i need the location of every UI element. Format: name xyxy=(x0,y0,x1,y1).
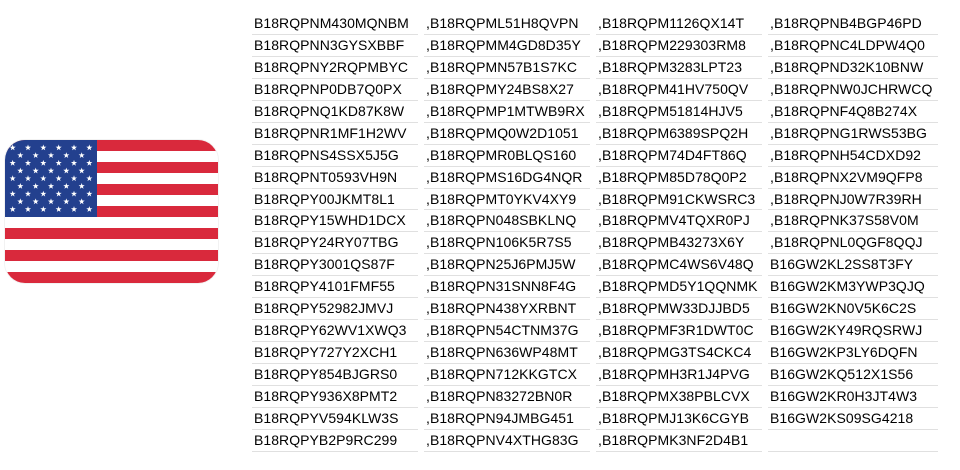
id-cell: ,B18RQPNB4BGP46PD xyxy=(768,13,952,35)
id-cell: B16GW2KY49RQSRWJ xyxy=(768,320,952,343)
id-cell: B18RQPY24RY07TBG xyxy=(252,232,424,255)
flag-canton xyxy=(5,140,97,217)
id-cell: ,B18RQPMV4TQXR0PJ xyxy=(596,210,768,233)
id-cell: ,B18RQPMR0BLQS160 xyxy=(424,145,596,167)
id-cell: B18RQPY3001QS87F xyxy=(252,254,424,277)
id-cell: B16GW2KQ512X1S56 xyxy=(768,364,952,386)
id-cell: ,B18RQPN438YXRBNT xyxy=(424,298,596,321)
id-cell: ,B18RQPMS16DG4NQR xyxy=(424,167,596,189)
id-cell: B18RQPYB2P9RC299 xyxy=(252,430,424,452)
id-cell: B18RQPNM430MQNBM xyxy=(252,13,424,35)
id-cell: ,B18RQPNL0QGF8QQJ xyxy=(768,232,952,255)
id-cell: ,B18RQPN25J6PMJ5W xyxy=(424,254,596,277)
id-cell: ,B18RQPN31SNN8F4G xyxy=(424,276,596,299)
flag-stripe xyxy=(5,250,218,262)
id-list-grid: B18RQPNM430MQNBM ,B18RQPML51H8QVPN ,B18RQP… xyxy=(252,13,952,452)
id-cell: ,B18RQPM85D78Q0P2 xyxy=(596,167,768,189)
id-cell: ,B18RQPN54CTNM37G xyxy=(424,320,596,343)
id-cell: ,B18RQPM41HV750QV xyxy=(596,79,768,101)
us-flag-icon xyxy=(5,140,218,283)
id-cell: B16GW2KN0V5K6C2S xyxy=(768,298,952,321)
id-cell: B18RQPYV594KLW3S xyxy=(252,408,424,430)
id-cell: ,B18RQPMN57B1S7KC xyxy=(424,57,596,79)
id-cell: B18RQPY52982JMVJ xyxy=(252,298,424,321)
id-cell: ,B18RQPN048SBKLNQ xyxy=(424,210,596,233)
id-cell: B18RQPY936X8PMT2 xyxy=(252,386,424,408)
id-cell: ,B18RQPMX38PBLCVX xyxy=(596,386,768,408)
flag-stripe xyxy=(5,228,218,240)
id-cell: ,B18RQPM229303RM8 xyxy=(596,35,768,57)
id-cell: ,B18RQPMC4WS6V48Q xyxy=(596,254,768,277)
id-cell: B18RQPY15WHD1DCX xyxy=(252,210,424,233)
flag-stripe xyxy=(5,272,218,283)
id-cell: ,B18RQPML51H8QVPN xyxy=(424,13,596,35)
id-cell: ,B18RQPMB43273X6Y xyxy=(596,232,768,255)
id-cell: ,B18RQPN106K5R7S5 xyxy=(424,232,596,255)
id-cell: B16GW2KP3LY6DQFN xyxy=(768,342,952,364)
id-cell: ,B18RQPN83272BN0R xyxy=(424,386,596,408)
id-cell: B18RQPY00JKMT8L1 xyxy=(252,189,424,211)
id-cell: ,B18RQPMK3NF2D4B1 xyxy=(596,430,768,452)
id-cell: B18RQPNT0593VH9N xyxy=(252,167,424,189)
id-cell: B18RQPY4101FMF55 xyxy=(252,276,424,299)
id-cell: B18RQPNY2RQPMBYC xyxy=(252,57,424,79)
id-cell: ,B18RQPMF3R1DWT0C xyxy=(596,320,768,343)
id-cell: B18RQPNQ1KD87K8W xyxy=(252,101,424,123)
id-cell: ,B18RQPM74D4FT86Q xyxy=(596,145,768,167)
id-cell: B18RQPY62WV1XWQ3 xyxy=(252,320,424,343)
id-cell: ,B18RQPN94JMBG451 xyxy=(424,408,596,430)
flag-stripe xyxy=(5,261,218,273)
id-cell: ,B18RQPMQ0W2D1051 xyxy=(424,123,596,145)
us-flag-graphic xyxy=(5,140,218,283)
id-cell: B18RQPNR1MF1H2WV xyxy=(252,123,424,145)
id-cell: ,B18RQPMP1MTWB9RX xyxy=(424,101,596,123)
id-cell: ,B18RQPNW0JCHRWCQ xyxy=(768,79,952,101)
id-cell: ,B18RQPM91CKWSRC3 xyxy=(596,189,768,211)
id-cell: ,B18RQPN712KKGTCX xyxy=(424,364,596,386)
id-cell: B16GW2KL2SS8T3FY xyxy=(768,254,952,277)
id-cell: ,B18RQPNG1RWS53BG xyxy=(768,123,952,145)
id-cell: ,B18RQPNK37S58V0M xyxy=(768,210,952,233)
id-cell: ,B18RQPMH3R1J4PVG xyxy=(596,364,768,386)
id-cell: B16GW2KS09SG4218 xyxy=(768,408,952,430)
id-cell: B18RQPNS4SSX5J5G xyxy=(252,145,424,167)
id-cell: ,B18RQPM51814HJV5 xyxy=(596,101,768,123)
flag-stripe xyxy=(5,239,218,251)
id-cell: ,B18RQPN636WP48MT xyxy=(424,342,596,364)
id-cell: ,B18RQPMD5Y1QQNMK xyxy=(596,276,768,299)
id-cell: ,B18RQPM1126QX14T xyxy=(596,13,768,35)
id-cell: ,B18RQPNV4XTHG83G xyxy=(424,430,596,452)
id-cell: ,B18RQPMY24BS8X27 xyxy=(424,79,596,101)
id-cell: ,B18RQPNJ0W7R39RH xyxy=(768,189,952,211)
id-cell: ,B18RQPMT0YKV4XY9 xyxy=(424,189,596,211)
id-cell: ,B18RQPNF4Q8B274X xyxy=(768,101,952,123)
id-cell: ,B18RQPM6389SPQ2H xyxy=(596,123,768,145)
id-cell: ,B18RQPND32K10BNW xyxy=(768,57,952,79)
id-cell: ,B18RQPM3283LPT23 xyxy=(596,57,768,79)
id-cell: ,B18RQPNX2VM9QFP8 xyxy=(768,167,952,189)
id-cell: B18RQPNN3GYSXBBF xyxy=(252,35,424,57)
id-cell: B16GW2KM3YWP3QJQ xyxy=(768,276,952,299)
id-cell: B18RQPNP0DB7Q0PX xyxy=(252,79,424,101)
id-cell: ,B18RQPMW33DJJBD5 xyxy=(596,298,768,321)
id-cell: B18RQPY727Y2XCH1 xyxy=(252,342,424,364)
id-cell: ,B18RQPNC4LDPW4Q0 xyxy=(768,35,952,57)
id-cell xyxy=(768,430,952,452)
id-cell: ,B18RQPMG3TS4CKC4 xyxy=(596,342,768,364)
id-cell: B18RQPY854BJGRS0 xyxy=(252,364,424,386)
id-cell: B16GW2KR0H3JT4W3 xyxy=(768,386,952,408)
id-cell: ,B18RQPNH54CDXD92 xyxy=(768,145,952,167)
flag-stripe xyxy=(5,217,218,229)
id-cell: ,B18RQPMM4GD8D35Y xyxy=(424,35,596,57)
id-cell: ,B18RQPMJ13K6CGYB xyxy=(596,408,768,430)
